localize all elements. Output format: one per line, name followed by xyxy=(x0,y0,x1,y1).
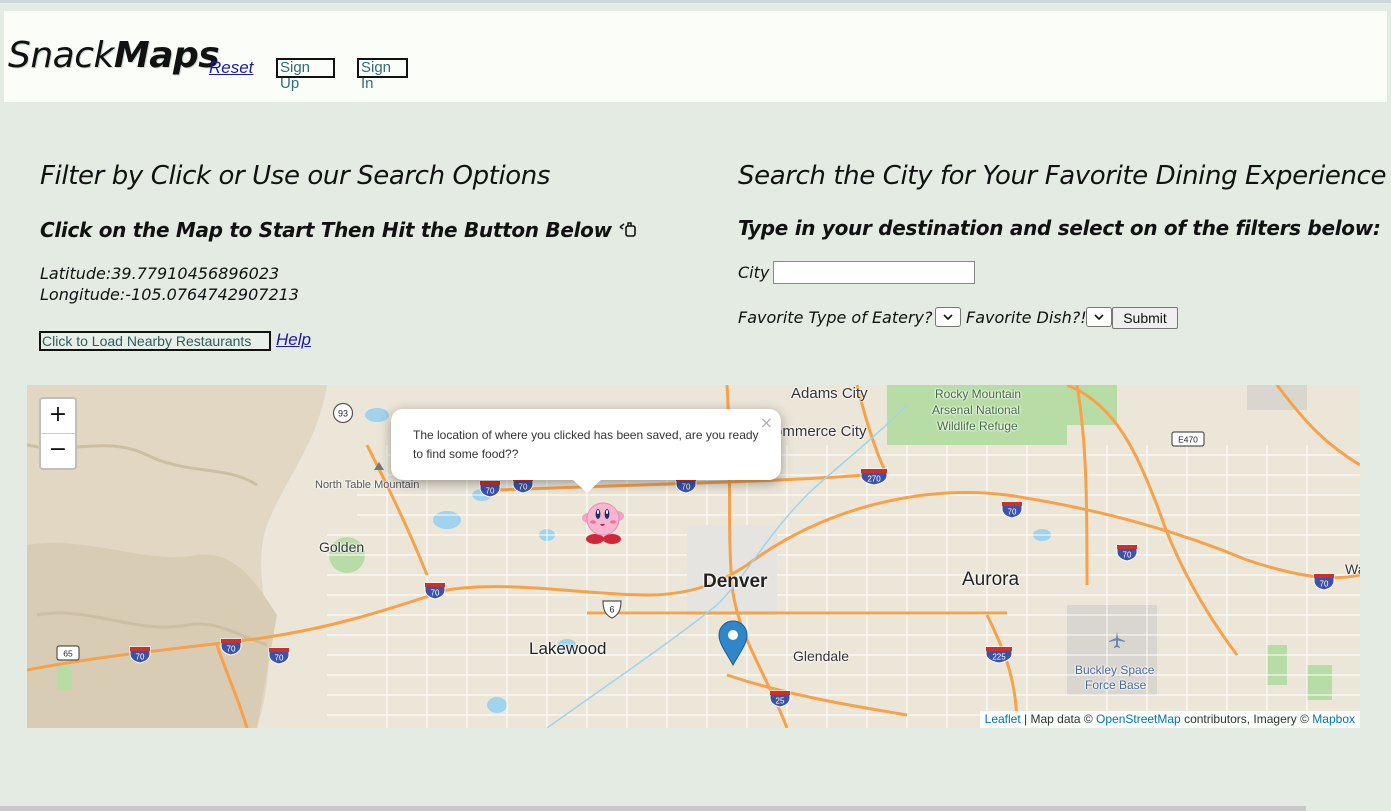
shield-label: 70 xyxy=(519,483,528,492)
shield-label: 225 xyxy=(992,653,1006,662)
e470-shield-icon: E470 xyxy=(1171,431,1205,447)
i70-shield-icon: 70 xyxy=(1001,501,1023,519)
co65-shield-icon: 65 xyxy=(56,645,80,661)
click-map-subtitle-text: Click on the Map to Start Then Hit the B… xyxy=(40,218,612,242)
place-buckley-2: Force Base xyxy=(1085,678,1147,692)
i70-shield-icon: 70 xyxy=(1116,544,1138,562)
load-nearby-restaurants-button[interactable]: Click to Load Nearby Restaurants xyxy=(39,331,271,351)
popup-close-button[interactable]: × xyxy=(760,413,773,432)
shield-label: 70 xyxy=(682,483,691,492)
place-golden: Golden xyxy=(319,539,365,555)
popup-tip xyxy=(572,479,602,493)
shield-label: 70 xyxy=(1123,551,1132,560)
i70-shield-icon: 70 xyxy=(129,646,151,664)
shield-label: 6 xyxy=(609,605,614,615)
place-rocky-mountain: Rocky Mountain xyxy=(935,387,1022,401)
us6-shield-icon: 6 xyxy=(602,600,622,619)
shield-label: 70 xyxy=(1320,580,1329,589)
co93-shield-icon: 93 xyxy=(332,402,354,424)
place-buckley-1: Buckley Space xyxy=(1075,663,1155,677)
shield-label: 70 xyxy=(136,653,145,662)
sign-up-button[interactable]: Sign Up xyxy=(276,58,335,92)
attribution-sep: | Map data © xyxy=(1020,712,1097,726)
i70-shield-icon: 70 xyxy=(1313,573,1335,591)
brand-logo[interactable]: SnackMaps xyxy=(8,35,220,76)
city-input[interactable] xyxy=(773,261,975,284)
reset-link[interactable]: Reset xyxy=(209,58,253,78)
dish-select[interactable] xyxy=(1086,307,1112,327)
place-lakewood: Lakewood xyxy=(529,639,607,658)
sign-in-button[interactable]: Sign In xyxy=(357,58,408,92)
eatery-select[interactable] xyxy=(935,307,961,327)
i70-shield-icon: 70 xyxy=(220,638,242,656)
airplane-icon xyxy=(1109,632,1125,648)
submit-button[interactable]: Submit xyxy=(1112,307,1178,329)
window-top-border xyxy=(0,0,1391,3)
zoom-control: + − xyxy=(39,397,77,470)
i70-shield-icon: 70 xyxy=(479,480,501,498)
chevron-down-icon xyxy=(943,314,953,320)
shield-label: 93 xyxy=(338,409,348,419)
osm-link[interactable]: OpenStreetMap xyxy=(1096,712,1181,726)
eatery-label: Favorite Type of Eatery? xyxy=(738,308,933,327)
brand-light: Snack xyxy=(8,35,114,76)
shield-label: 65 xyxy=(63,649,73,659)
shield-label: 70 xyxy=(1008,508,1017,517)
shield-label: 70 xyxy=(486,487,495,496)
dish-label: Favorite Dish?! xyxy=(966,308,1087,327)
mapbox-link[interactable]: Mapbox xyxy=(1312,712,1355,726)
location-pin-icon[interactable] xyxy=(718,620,748,666)
map-popup: The location of where you clicked has be… xyxy=(391,409,781,480)
filter-title: Filter by Click or Use our Search Option… xyxy=(40,161,551,191)
place-aurora: Aurora xyxy=(962,569,1020,590)
i225-shield-icon: 225 xyxy=(985,646,1013,664)
map-container[interactable]: 70 70 70 270 70 70 70 70 70 70 70 225 25… xyxy=(27,385,1360,728)
latitude-readout: Latitude:39.77910456896023 xyxy=(40,264,279,283)
pointer-hand-icon xyxy=(620,222,637,237)
zoom-out-button[interactable]: − xyxy=(41,434,75,468)
shield-label: 270 xyxy=(867,475,881,484)
longitude-readout: Longitude:-105.0764742907213 xyxy=(40,285,299,304)
shield-label: 70 xyxy=(275,654,284,663)
longitude-label: Longitude: xyxy=(40,285,126,304)
zoom-in-button[interactable]: + xyxy=(41,399,75,434)
i70-shield-icon: 70 xyxy=(268,647,290,665)
horizontal-scrollbar[interactable] xyxy=(0,806,1306,811)
city-label: City xyxy=(738,263,770,282)
leaflet-link[interactable]: Leaflet xyxy=(985,712,1021,726)
shield-label: E470 xyxy=(1178,435,1198,445)
i270-shield-icon: 270 xyxy=(860,468,888,486)
destination-subtitle: Type in your destination and select on o… xyxy=(738,216,1381,240)
i25-shield-icon: 25 xyxy=(769,690,791,708)
place-wildlife: Wildlife Refuge xyxy=(937,419,1018,433)
map-attribution: Leaflet | Map data © OpenStreetMap contr… xyxy=(979,711,1360,728)
place-glendale: Glendale xyxy=(793,648,850,664)
place-commerce-city: ommerce City xyxy=(774,423,867,440)
place-adams-city: Adams City xyxy=(791,385,868,402)
help-link[interactable]: Help xyxy=(276,330,311,350)
place-denver: Denver xyxy=(703,571,768,592)
site-header: SnackMaps Reset Sign Up Sign In xyxy=(4,11,1387,102)
longitude-value: -105.0764742907213 xyxy=(125,285,299,304)
brand-bold: Maps xyxy=(113,35,220,76)
popup-message: The location of where you clicked has be… xyxy=(413,428,759,461)
shield-label: 70 xyxy=(227,645,236,654)
place-wa: Wa xyxy=(1345,561,1360,577)
latitude-value: 39.77910456896023 xyxy=(111,264,280,283)
i70-shield-icon: 70 xyxy=(424,582,446,600)
chevron-down-icon xyxy=(1094,314,1104,320)
peak-icon xyxy=(374,462,384,470)
latitude-label: Latitude: xyxy=(40,264,112,283)
shield-label: 25 xyxy=(776,697,785,706)
attribution-contrib: contributors, Imagery © xyxy=(1180,712,1313,726)
click-map-subtitle: Click on the Map to Start Then Hit the B… xyxy=(40,218,638,242)
character-marker-icon[interactable] xyxy=(582,497,624,545)
place-north-table-mountain: North Table Mountain xyxy=(315,479,420,491)
search-city-title: Search the City for Your Favorite Dining… xyxy=(738,161,1387,191)
shield-label: 70 xyxy=(431,589,440,598)
place-arsenal: Arsenal National xyxy=(932,403,1021,417)
